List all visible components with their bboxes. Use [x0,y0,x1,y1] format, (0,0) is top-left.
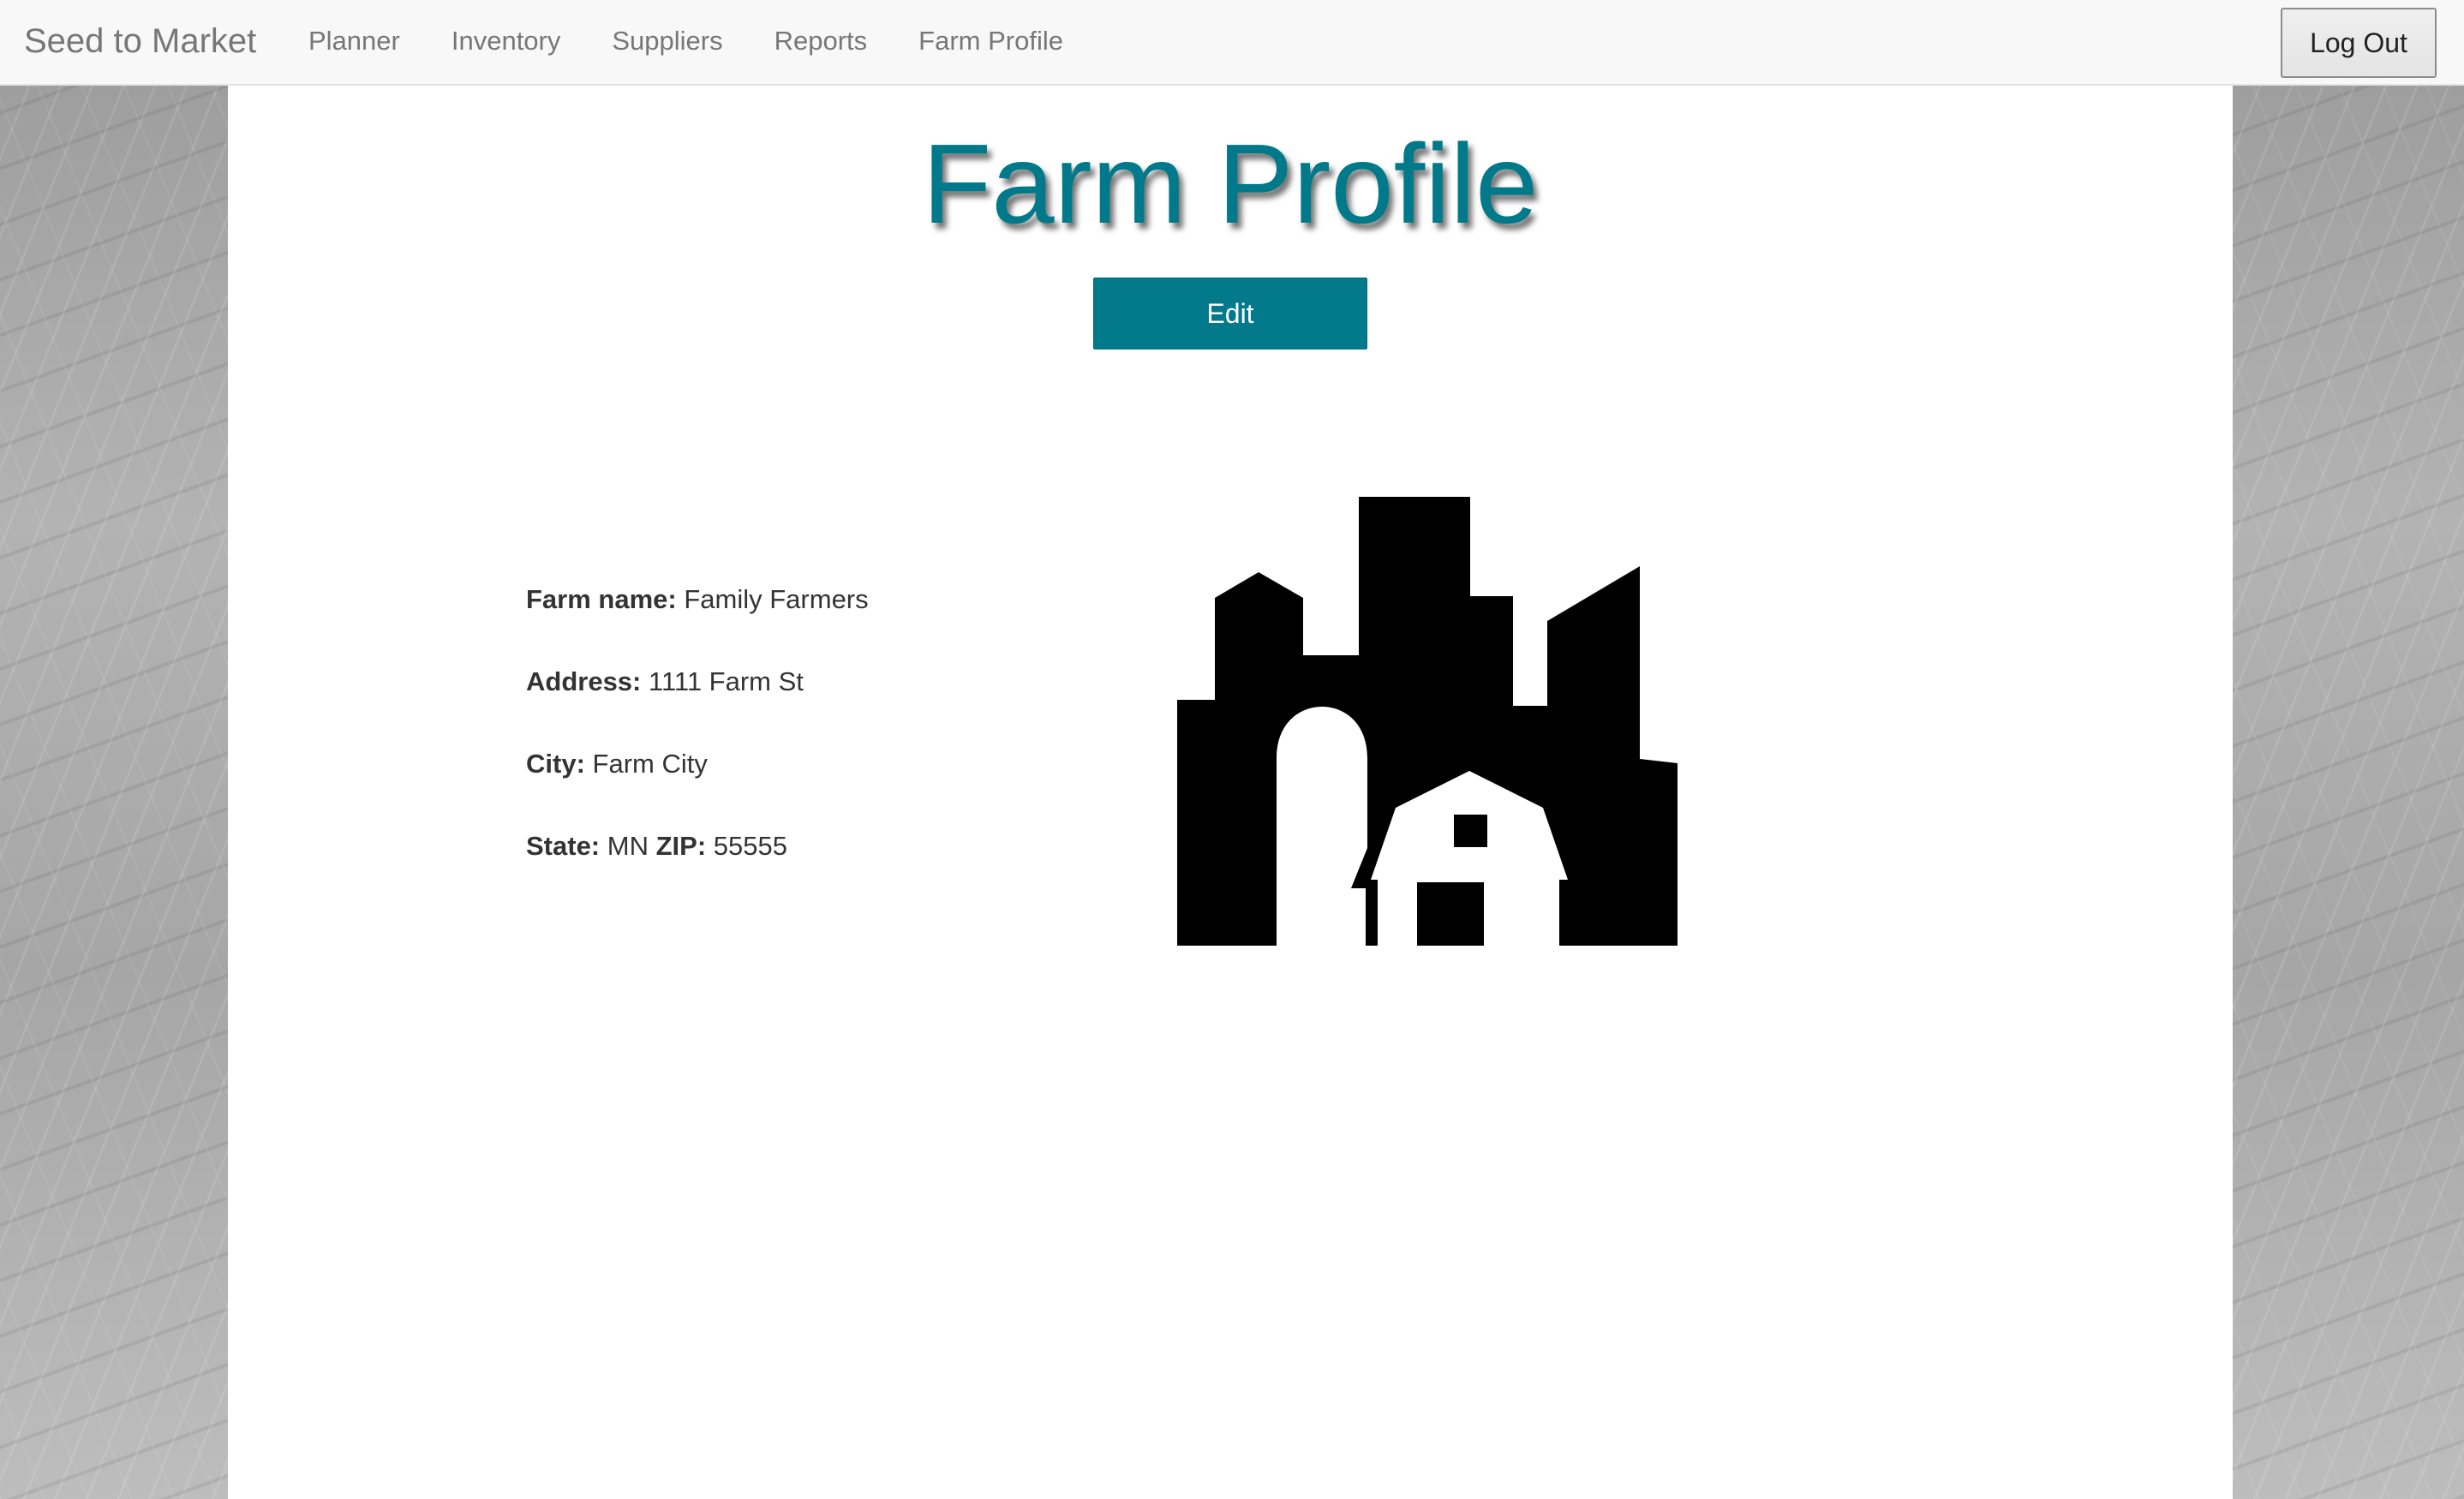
city-row: City: Farm City [526,747,1126,829]
logout-button[interactable]: Log Out [2281,8,2437,78]
state-value: MN [607,831,649,861]
zip-label: ZIP: [655,831,707,861]
address-value: 1111 Farm St [649,666,804,696]
nav-link-planner[interactable]: Planner [283,26,426,57]
zip-value: 55555 [713,831,788,861]
address-label: Address: [526,666,642,696]
farm-name-label: Farm name: [526,584,677,614]
nav-link-reports[interactable]: Reports [749,26,894,57]
address-row: Address: 1111 Farm St [526,665,1126,747]
state-label: State: [526,831,601,861]
brand-link[interactable]: Seed to Market [24,22,256,60]
page-title: Farm Profile [922,121,1539,247]
farm-name-value: Family Farmers [684,584,869,614]
farm-name-row: Farm name: Family Farmers [526,582,1126,665]
nav-links: Planner Inventory Suppliers Reports Farm… [283,0,1089,82]
edit-profile-button[interactable]: Edit [1093,278,1367,349]
main-content-panel: Farm Profile Edit Farm name: Family Farm… [228,86,2233,1499]
farm-details: Farm name: Family Farmers Address: 1111 … [526,582,1126,911]
city-label: City: [526,749,585,779]
nav-link-farm-profile[interactable]: Farm Profile [893,26,1089,57]
state-zip-row: State: MN ZIP: 55555 [526,829,1126,911]
city-value: Farm City [592,749,708,779]
nav-link-inventory[interactable]: Inventory [426,26,587,57]
top-navbar: Seed to Market Planner Inventory Supplie… [0,0,2464,86]
nav-link-suppliers[interactable]: Suppliers [586,26,748,57]
farm-barn-silo-icon [1177,497,1678,946]
